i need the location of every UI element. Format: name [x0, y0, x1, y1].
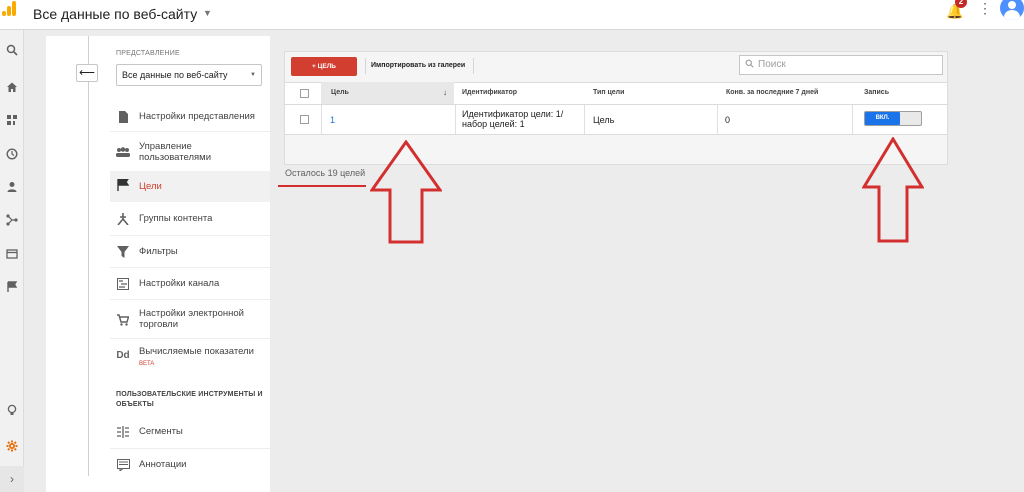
menu-item-label: Фильтры: [139, 246, 178, 257]
col-divider: [717, 105, 718, 134]
row-divider: [285, 134, 947, 135]
menu-item-filters[interactable]: Фильтры: [110, 246, 270, 258]
column-header-record[interactable]: Запись: [864, 82, 889, 104]
back-arrow-button[interactable]: ⟵: [76, 64, 98, 82]
column-header-goal[interactable]: Цель: [331, 82, 349, 104]
divider: [110, 299, 270, 300]
search-icon: [745, 56, 754, 74]
menu-item-label: Управление пользователями: [139, 141, 211, 163]
column-header-type[interactable]: Тип цели: [593, 82, 624, 104]
annotation-arrow-up: [862, 137, 924, 243]
menu-item-view-settings[interactable]: Настройки представления: [110, 111, 270, 123]
avatar[interactable]: [1000, 0, 1024, 20]
divider: [110, 448, 270, 449]
notification-badge: 2: [955, 0, 967, 8]
menu-item-calculated-metrics[interactable]: Dd Вычисляемые показатели BETA: [110, 346, 270, 370]
annotation-icon: [116, 459, 130, 473]
search-placeholder: Поиск: [758, 59, 786, 70]
home-icon[interactable]: [5, 81, 19, 95]
flag-icon[interactable]: [5, 281, 19, 295]
analytics-logo[interactable]: [2, 0, 18, 20]
goal-type-cell: Цель: [593, 115, 615, 125]
conversions-cell: 0: [725, 115, 731, 125]
clock-icon[interactable]: [5, 148, 19, 162]
menu-item-label: Настройки канала: [139, 278, 220, 289]
menu-item-label: Настройки представления: [139, 111, 255, 122]
menu-item-label: Аннотации: [139, 459, 187, 470]
import-from-gallery-link[interactable]: Импортировать из галереи: [371, 62, 465, 69]
section-heading-tools: ПОЛЬЗОВАТЕЛЬСКИЕ ИНСТРУМЕНТЫ И ОБЪЕКТЫ: [116, 391, 263, 408]
menu-item-ecommerce-settings[interactable]: Настройки электронной торговли: [110, 308, 270, 332]
menu-item-segments[interactable]: Сегменты: [110, 426, 270, 438]
sort-arrow-icon[interactable]: ↓: [443, 82, 447, 104]
remaining-goals-text: Осталось 19 целей: [285, 168, 366, 178]
more-vert-icon[interactable]: ⋮: [978, 0, 992, 17]
add-goal-button[interactable]: + ЦЕЛЬ: [291, 57, 357, 76]
search-icon[interactable]: [5, 44, 19, 58]
toolbar-separator: [365, 58, 366, 74]
view-label: ПРЕДСТАВЛЕНИЕ: [116, 50, 180, 57]
channel-icon: [116, 278, 130, 290]
gear-icon[interactable]: [5, 440, 19, 454]
col-divider: [584, 105, 585, 134]
col-divider: [852, 105, 853, 134]
content-group-icon: [116, 213, 130, 226]
acquisition-icon[interactable]: [5, 214, 19, 228]
annotation-arrow-up: [370, 140, 442, 244]
search-input[interactable]: Поиск: [739, 55, 943, 75]
menu-item-label: Сегменты: [139, 426, 183, 437]
menu-item-annotations[interactable]: Аннотации: [110, 459, 270, 473]
divider: [110, 235, 270, 236]
top-bar: Все данные по веб-сайту ▼ 🔔 2 ⋮: [0, 0, 1024, 30]
header-divider: [285, 104, 947, 105]
dd-icon: Dd: [116, 350, 130, 361]
chevron-down-icon[interactable]: ▼: [203, 8, 212, 18]
view-select[interactable]: Все данные по веб-сайту ▼: [116, 64, 262, 86]
behavior-icon[interactable]: [5, 248, 19, 262]
person-icon[interactable]: [5, 181, 19, 195]
menu-item-label: Группы контента: [139, 213, 213, 224]
toolbar-separator: [473, 58, 474, 74]
people-icon: [116, 147, 130, 159]
goal-link[interactable]: 1: [330, 115, 335, 125]
segments-icon: [116, 426, 130, 438]
beta-badge: BETA: [139, 361, 155, 367]
menu-item-user-management[interactable]: Управление пользователями: [110, 141, 270, 165]
row-checkbox[interactable]: [300, 115, 309, 124]
menu-item-goals[interactable]: Цели: [110, 171, 270, 202]
view-select-value: Все данные по веб-сайту: [122, 70, 228, 80]
cart-icon: [116, 314, 130, 326]
select-all-checkbox[interactable]: [300, 89, 309, 98]
left-rail-nav: ›: [0, 30, 24, 492]
account-view-title[interactable]: Все данные по веб-сайту: [33, 6, 197, 22]
column-header-id[interactable]: Идентификатор: [462, 82, 517, 104]
divider: [110, 267, 270, 268]
menu-item-label: Настройки электронной торговли: [139, 308, 244, 330]
flag-icon: [116, 178, 130, 191]
divider: [110, 131, 270, 132]
expand-nav-button[interactable]: ›: [0, 466, 24, 492]
customization-icon[interactable]: [5, 114, 19, 128]
column-header-conversions[interactable]: Конв. за последние 7 дней: [726, 82, 818, 104]
toggle-on-label: ВКЛ.: [865, 112, 900, 125]
admin-view-panel: [46, 36, 270, 492]
chevron-down-icon: ▼: [250, 72, 256, 78]
col-divider: [455, 105, 456, 134]
menu-item-content-groups[interactable]: Группы контента: [110, 213, 270, 226]
goal-id-cell: Идентификатор цели: 1/набор целей: 1: [462, 109, 564, 129]
lightbulb-icon[interactable]: [5, 404, 19, 418]
hierarchy-line: [88, 36, 89, 476]
col-divider: [321, 105, 322, 134]
divider: [110, 338, 270, 339]
menu-item-label: Вычисляемые показатели: [139, 346, 254, 357]
menu-item-label: Цели: [139, 181, 162, 192]
annotation-underline: [278, 185, 366, 187]
filter-icon: [116, 246, 130, 258]
recording-toggle[interactable]: ВКЛ.: [864, 111, 922, 126]
page-icon: [116, 111, 130, 123]
menu-item-channel-settings[interactable]: Настройки канала: [110, 278, 270, 290]
